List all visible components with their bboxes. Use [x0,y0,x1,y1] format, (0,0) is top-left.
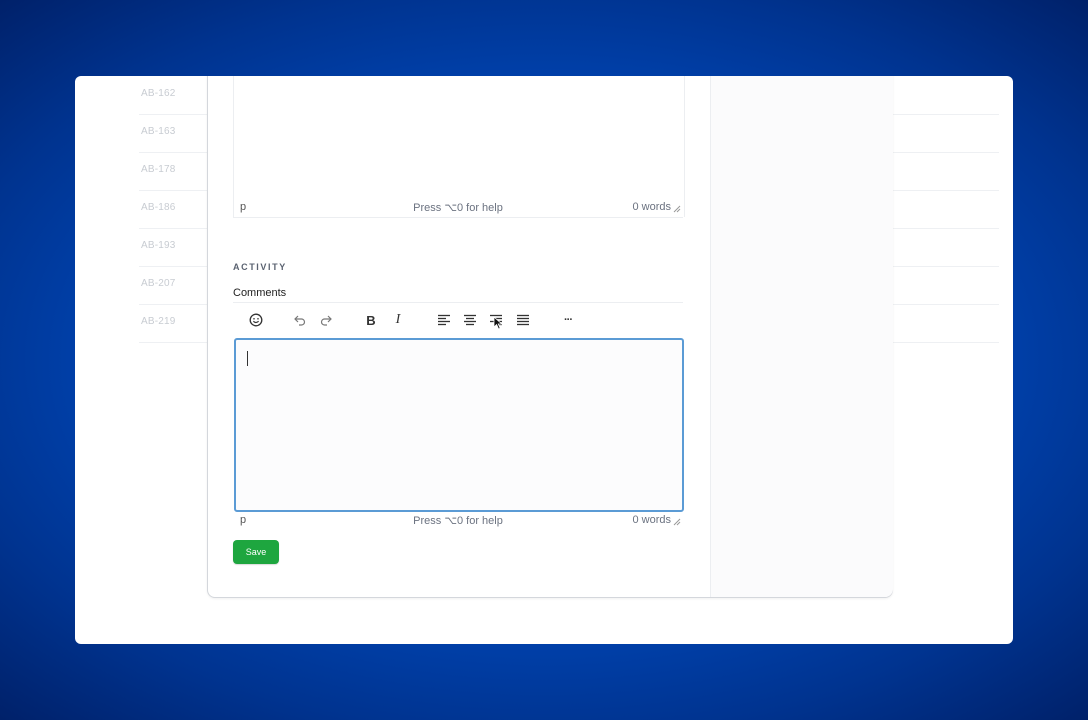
comment-input[interactable] [234,338,684,512]
undo-icon[interactable] [291,311,309,329]
issue-detail-modal: p Press ⌥0 for help 0 words ACTIVITY Com… [207,76,893,598]
help-hint: Press ⌥0 for help [413,515,503,527]
issue-key: AB-193 [141,240,176,251]
issue-key: AB-219 [141,316,176,327]
align-left-icon[interactable] [435,311,453,329]
description-editor[interactable] [233,76,685,217]
divider [233,217,683,218]
resize-handle-icon[interactable] [673,518,681,526]
bold-icon[interactable]: B [362,311,380,329]
help-hint: Press ⌥0 for help [413,202,503,214]
issue-key: AB-186 [141,202,176,213]
app-window: AB-162 AB-163 AB-178 AB-186 AB-193 AB-20… [75,76,1013,644]
resize-handle-icon[interactable] [673,205,681,213]
issue-key: AB-207 [141,278,176,289]
italic-icon[interactable]: I [389,311,407,329]
word-count: 0 words [632,201,671,213]
issue-key: AB-178 [141,164,176,175]
description-status-bar: p Press ⌥0 for help 0 words [233,199,683,217]
issue-key: AB-162 [141,88,176,99]
comments-label: Comments [233,287,287,299]
activity-section-title: ACTIVITY [233,262,287,272]
comment-toolbar: B I ··· [233,302,683,337]
details-side-panel [710,76,893,597]
emoji-icon[interactable] [247,311,265,329]
issue-key: AB-163 [141,126,176,137]
save-button[interactable]: Save [233,540,279,564]
redo-icon[interactable] [317,311,335,329]
word-count: 0 words [632,514,671,526]
more-icon[interactable]: ··· [559,311,577,329]
align-center-icon[interactable] [461,311,479,329]
mouse-cursor-icon [493,316,503,330]
comment-status-bar: p Press ⌥0 for help 0 words [233,512,683,530]
align-justify-icon[interactable] [514,311,532,329]
text-caret [247,351,248,366]
